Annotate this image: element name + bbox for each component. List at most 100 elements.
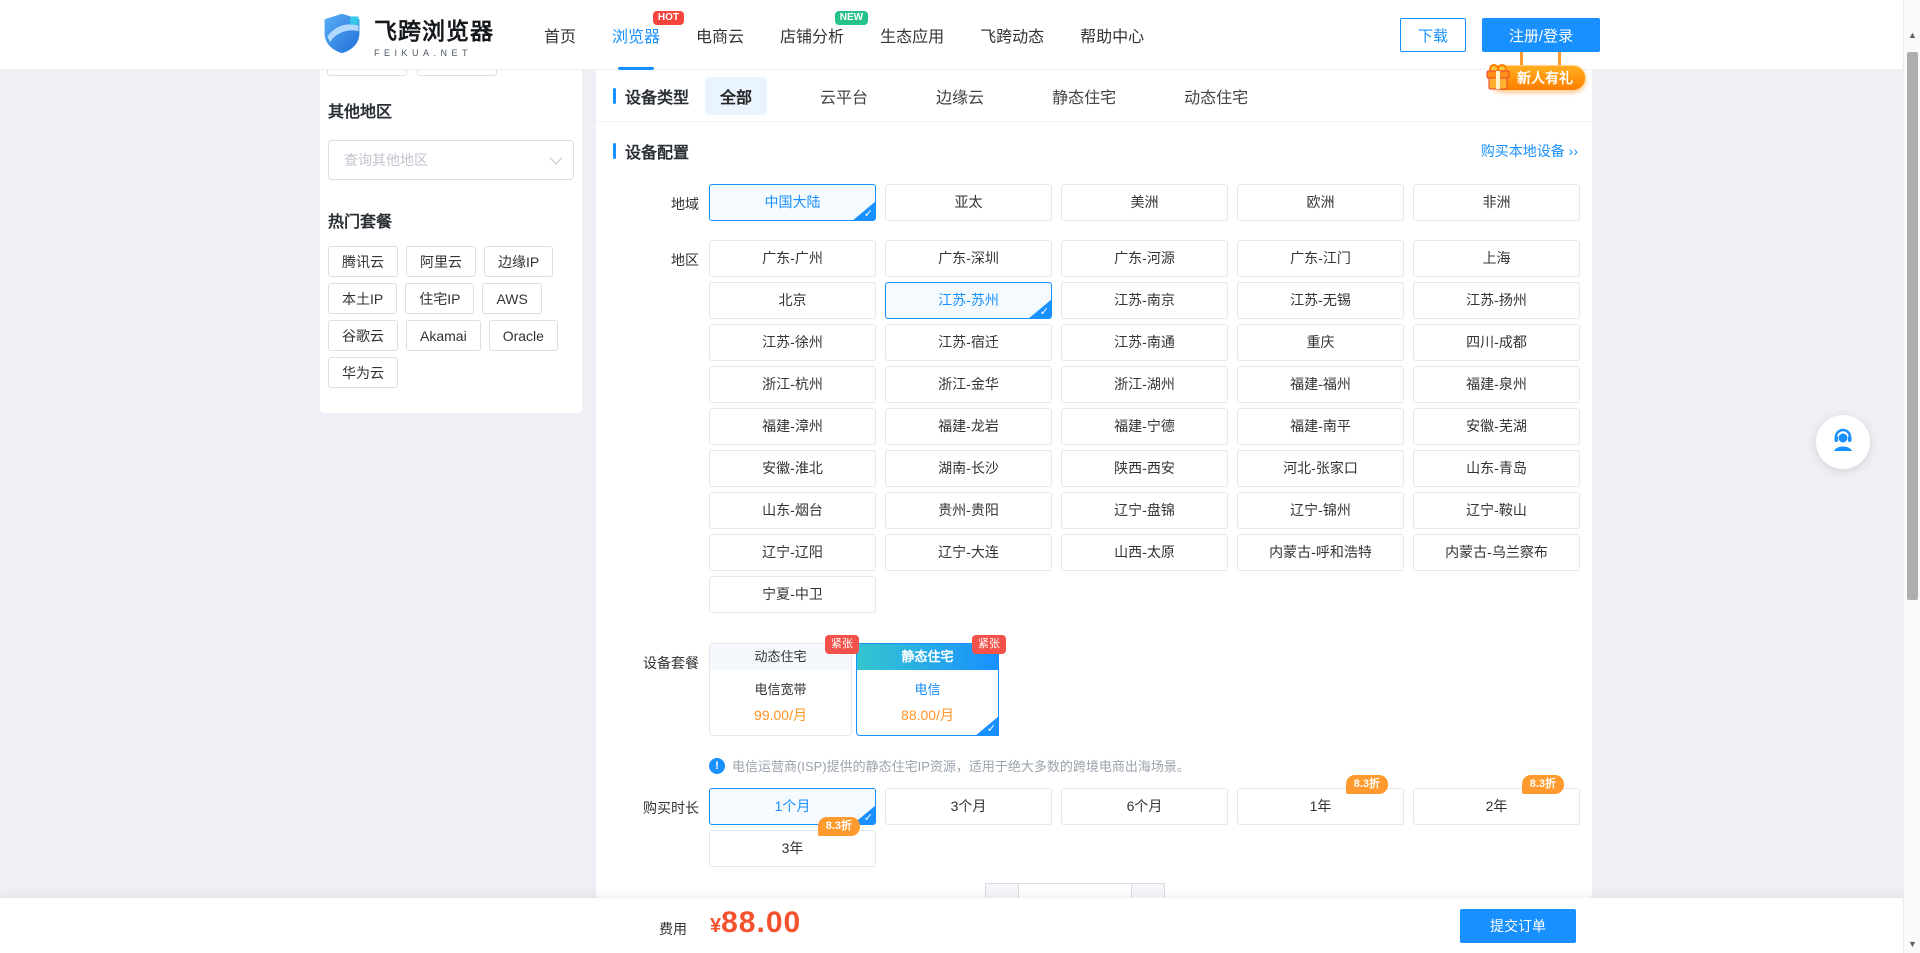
clipped-tag[interactable] [327, 70, 407, 76]
option-button[interactable]: 亚太 [885, 184, 1052, 221]
option-label: 广东-广州 [762, 250, 823, 266]
option-button[interactable]: 广东-江门 [1237, 240, 1404, 277]
hot-package-tag[interactable]: 本土IP [328, 283, 397, 314]
option-button[interactable]: 江苏-徐州 [709, 324, 876, 361]
option-button[interactable]: 辽宁-锦州 [1237, 492, 1404, 529]
option-button[interactable]: 辽宁-盘锦 [1061, 492, 1228, 529]
option-button[interactable]: 浙江-杭州 [709, 366, 876, 403]
device-type-tab[interactable]: 云平台 [805, 77, 883, 115]
nav-item-浏览器[interactable]: 浏览器HOT [612, 0, 660, 70]
nav-item-飞跨动态[interactable]: 飞跨动态 [980, 0, 1044, 70]
hot-package-tag[interactable]: 住宅IP [405, 283, 474, 314]
option-label: 江苏-苏州 [938, 292, 999, 308]
quantity-input[interactable] [1019, 883, 1131, 898]
option-button[interactable]: 四川-成都 [1413, 324, 1580, 361]
scroll-down-icon[interactable]: ▼ [1904, 939, 1920, 949]
option-button[interactable]: 山东-烟台 [709, 492, 876, 529]
option-button[interactable]: 福建-龙岩 [885, 408, 1052, 445]
quantity-minus-button[interactable] [985, 883, 1019, 898]
customer-service-fab[interactable] [1816, 415, 1870, 469]
option-button[interactable]: 上海 [1413, 240, 1580, 277]
device-type-tab[interactable]: 全部 [705, 77, 767, 115]
nav-item-label: 帮助中心 [1080, 23, 1144, 47]
hot-package-tag[interactable]: Oracle [489, 320, 558, 351]
option-button[interactable]: 6个月 [1061, 788, 1228, 825]
clipped-tag[interactable] [417, 70, 497, 76]
option-button[interactable]: 欧洲 [1237, 184, 1404, 221]
option-button[interactable]: 辽宁-鞍山 [1413, 492, 1580, 529]
hot-package-tag[interactable]: 边缘IP [484, 246, 553, 277]
nav-item-电商云[interactable]: 电商云 [696, 0, 744, 70]
nav-item-店铺分析[interactable]: 店铺分析NEW [780, 0, 844, 70]
option-button[interactable]: 河北-张家口 [1237, 450, 1404, 487]
option-button[interactable]: 内蒙古-呼和浩特 [1237, 534, 1404, 571]
option-label: 3个月 [951, 798, 987, 814]
login-register-button[interactable]: 注册/登录 [1482, 18, 1600, 52]
option-button[interactable]: 江苏-南京 [1061, 282, 1228, 319]
option-button[interactable]: 重庆 [1237, 324, 1404, 361]
option-button[interactable]: 贵州-贵阳 [885, 492, 1052, 529]
option-button[interactable]: 中国大陆✓ [709, 184, 876, 221]
option-button[interactable]: 山西-太原 [1061, 534, 1228, 571]
option-button[interactable]: 江苏-宿迁 [885, 324, 1052, 361]
hot-package-tag[interactable]: Akamai [406, 320, 481, 351]
new-user-gift-badge[interactable]: 新人有礼 [1490, 65, 1586, 91]
option-label: 亚太 [955, 194, 983, 210]
option-button[interactable]: 3个月 [885, 788, 1052, 825]
quantity-plus-button[interactable] [1131, 883, 1165, 898]
nav-item-生态应用[interactable]: 生态应用 [880, 0, 944, 70]
option-label: 福建-泉州 [1466, 376, 1527, 392]
option-button[interactable]: 浙江-金华 [885, 366, 1052, 403]
option-button[interactable]: 广东-河源 [1061, 240, 1228, 277]
option-button[interactable]: 内蒙古-乌兰察布 [1413, 534, 1580, 571]
option-button[interactable]: 美洲 [1061, 184, 1228, 221]
option-button[interactable]: 福建-宁德 [1061, 408, 1228, 445]
option-label: 内蒙古-呼和浩特 [1269, 544, 1372, 560]
submit-order-button[interactable]: 提交订单 [1460, 909, 1576, 943]
scrollbar-thumb[interactable] [1907, 52, 1918, 600]
download-button[interactable]: 下载 [1400, 18, 1466, 52]
hot-package-tag[interactable]: 阿里云 [406, 246, 476, 277]
option-button[interactable]: 福建-福州 [1237, 366, 1404, 403]
logo[interactable]: 飞跨浏览器 FEIKUA.NET [320, 10, 494, 61]
buy-local-device-link[interactable]: 购买本地设备 ›› [1481, 141, 1578, 161]
package-card[interactable]: 静态住宅紧张电信88.00/月✓ [856, 643, 999, 736]
order-footer: 费用 ¥ 88.00 提交订单 [0, 898, 1920, 953]
option-button[interactable]: 江苏-苏州 ✓ [885, 282, 1052, 319]
device-type-tab[interactable]: 静态住宅 [1037, 77, 1131, 115]
option-button[interactable]: 安徽-淮北 [709, 450, 876, 487]
hot-package-tag[interactable]: AWS [482, 283, 541, 314]
option-button[interactable]: 福建-泉州 [1413, 366, 1580, 403]
option-button[interactable]: 北京 [709, 282, 876, 319]
option-button[interactable]: 山东-青岛 [1413, 450, 1580, 487]
option-button[interactable]: 广东-广州 [709, 240, 876, 277]
other-region-select[interactable]: 查询其他地区 [328, 140, 574, 180]
option-button[interactable]: 宁夏-中卫 [709, 576, 876, 613]
option-button[interactable]: 安徽-芜湖 [1413, 408, 1580, 445]
check-icon: ✓ [1040, 307, 1049, 318]
option-button[interactable]: 江苏-南通 [1061, 324, 1228, 361]
option-button[interactable]: 福建-漳州 [709, 408, 876, 445]
option-button[interactable]: 广东-深圳 [885, 240, 1052, 277]
device-type-tab[interactable]: 边缘云 [921, 77, 999, 115]
option-button[interactable]: 江苏-扬州 [1413, 282, 1580, 319]
option-button[interactable]: 辽宁-大连 [885, 534, 1052, 571]
hot-package-tag[interactable]: 华为云 [328, 357, 398, 388]
currency-symbol: ¥ [710, 915, 721, 938]
nav-item-帮助中心[interactable]: 帮助中心 [1080, 0, 1144, 70]
device-type-tab[interactable]: 动态住宅 [1169, 77, 1263, 115]
page-scrollbar[interactable]: ▲ ▼ [1903, 0, 1920, 953]
option-button[interactable]: 福建-南平 [1237, 408, 1404, 445]
option-button[interactable]: 非洲 [1413, 184, 1580, 221]
hot-package-tag[interactable]: 腾讯云 [328, 246, 398, 277]
option-button[interactable]: 浙江-湖州 [1061, 366, 1228, 403]
scroll-up-icon[interactable]: ▲ [1904, 30, 1920, 40]
package-card[interactable]: 动态住宅紧张电信宽带99.00/月 [709, 643, 852, 736]
hot-package-tag[interactable]: 谷歌云 [328, 320, 398, 351]
option-button[interactable]: 湖南-长沙 [885, 450, 1052, 487]
nav-item-首页[interactable]: 首页 [544, 0, 576, 70]
option-button[interactable]: 辽宁-辽阳 [709, 534, 876, 571]
option-button[interactable]: 江苏-无锡 [1237, 282, 1404, 319]
option-button[interactable]: 陕西-西安 [1061, 450, 1228, 487]
duration-row: 购买时长 1个月✓3个月6个月1年8.3折2年8.3折3年8.3折 [596, 788, 1592, 867]
